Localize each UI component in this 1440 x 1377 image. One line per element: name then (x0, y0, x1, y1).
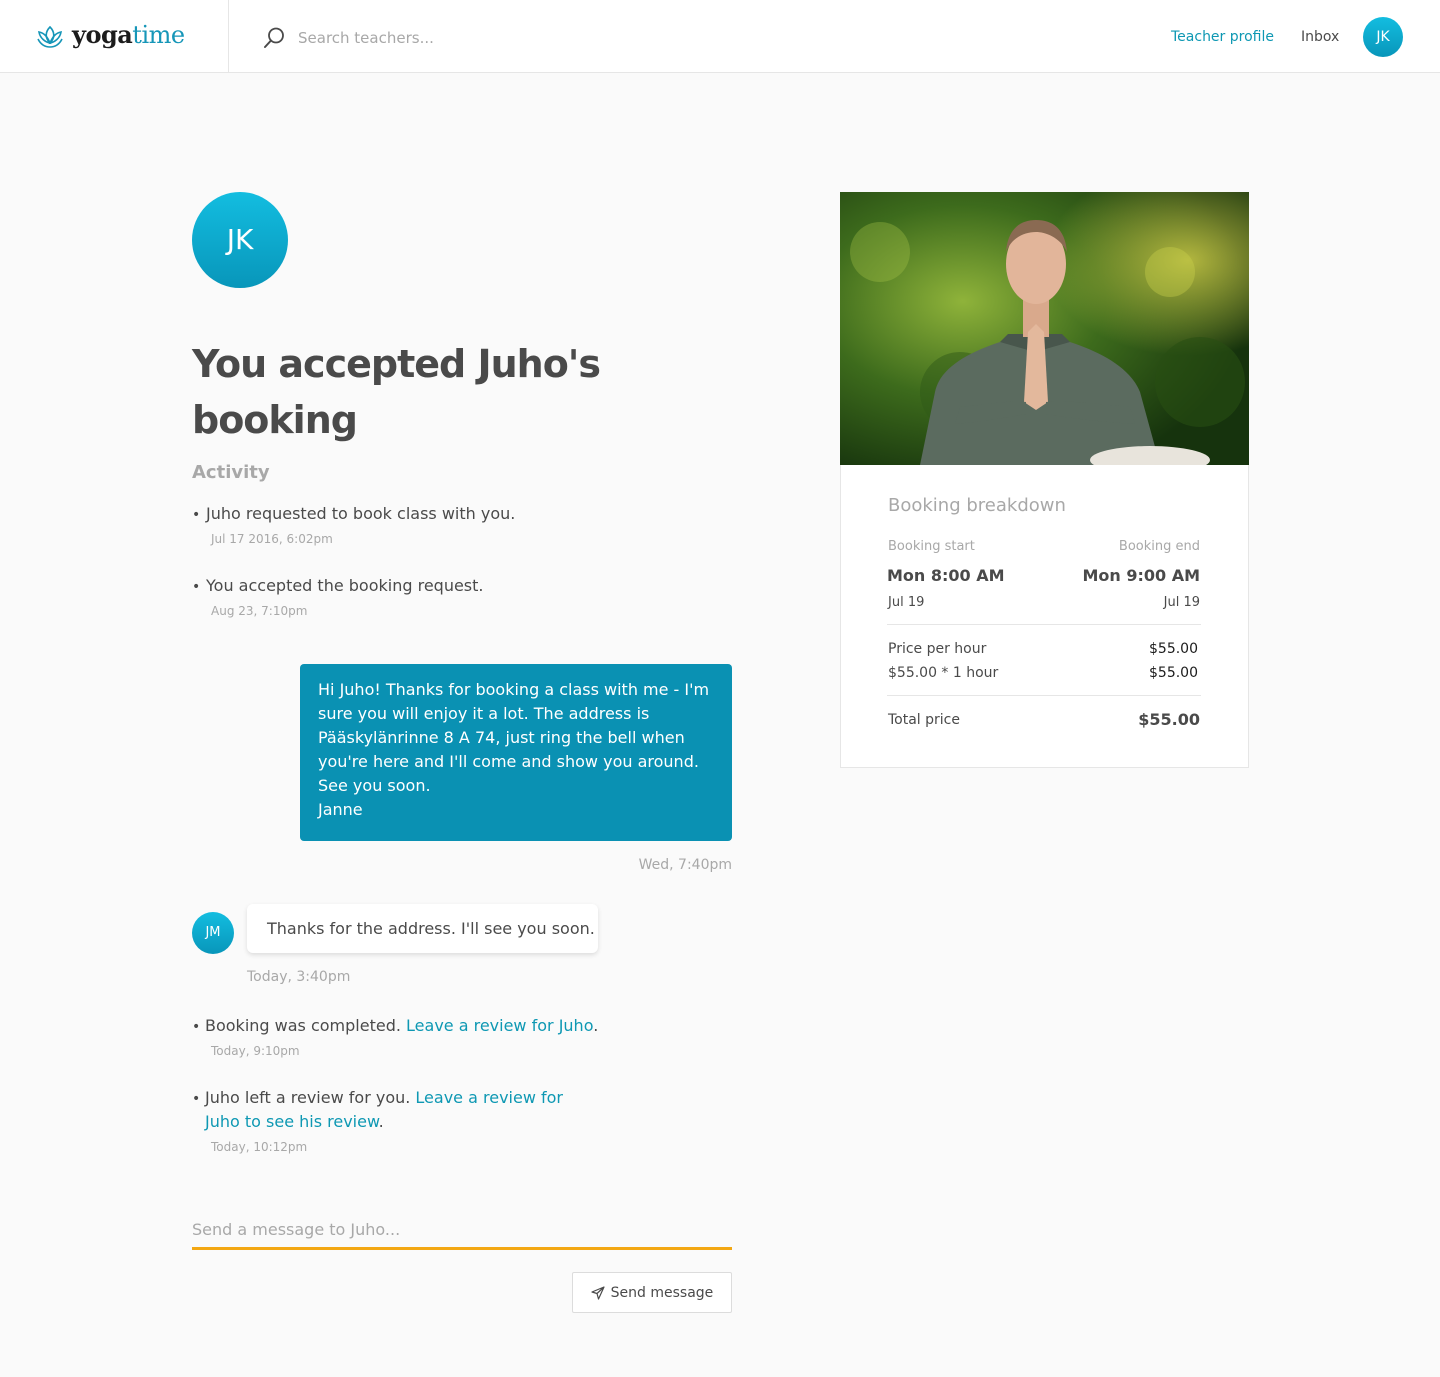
paper-plane-icon (591, 1285, 605, 1300)
own-message-time: Wed, 7:40pm (638, 857, 732, 873)
divider (887, 624, 1201, 625)
received-message-time: Today, 3:40pm (247, 969, 351, 985)
price-calculation-label: $55.00 * 1 hour (888, 665, 999, 681)
total-price-label: Total price (888, 712, 960, 728)
booking-end-time: Mon 9:00 AM (1082, 566, 1200, 585)
listing-photo (840, 192, 1249, 465)
booking-end-date: Jul 19 (1163, 595, 1200, 610)
message-input[interactable] (192, 1212, 732, 1250)
bullet: • (192, 1019, 201, 1035)
booking-start-label: Booking start (888, 539, 975, 554)
booking-end-label: Booking end (1118, 539, 1200, 554)
leave-review-link[interactable]: Leave a review for Juho (406, 1016, 593, 1035)
logo-text: yogatime (72, 20, 185, 49)
received-message-bubble: Thanks for the address. I'll see you soo… (247, 904, 598, 953)
booking-start-date: Jul 19 (888, 595, 925, 610)
bullet: • (192, 579, 201, 595)
bullet: • (192, 1091, 201, 1107)
bullet: • (192, 507, 201, 523)
activity-event-text: Juho left a review for you. Leave a revi… (205, 1088, 563, 1131)
nav-teacher-profile[interactable]: Teacher profile (1171, 29, 1274, 45)
activity-event-text: You accepted the booking request. (206, 576, 484, 595)
activity-event-time: Aug 23, 7:10pm (211, 604, 308, 618)
yoga-man-photo (840, 192, 1249, 465)
activity-heading: Activity (192, 462, 270, 483)
booking-start-time: Mon 8:00 AM (887, 566, 1005, 585)
price-per-hour-label: Price per hour (888, 641, 987, 657)
divider (887, 695, 1201, 696)
activity-event-time: Today, 10:12pm (211, 1140, 308, 1154)
own-message-bubble: Hi Juho! Thanks for booking a class with… (300, 664, 732, 841)
sender-avatar[interactable]: JM (192, 912, 234, 954)
page-title: You accepted Juho's booking (192, 342, 601, 442)
nav-inbox[interactable]: Inbox (1301, 29, 1339, 45)
logo[interactable]: yogatime (0, 0, 229, 73)
booking-breakdown-panel: Booking breakdown Booking start Booking … (840, 465, 1249, 768)
activity-event-time: Today, 9:10pm (211, 1044, 300, 1058)
price-per-hour-value: $55.00 (1149, 641, 1198, 657)
search-input[interactable] (298, 24, 798, 52)
activity-event-time: Jul 17 2016, 6:02pm (211, 532, 333, 546)
price-calculation-value: $55.00 (1149, 665, 1198, 681)
activity-event-text: Juho requested to book class with you. (206, 504, 516, 523)
send-message-button[interactable]: Send message (572, 1272, 732, 1313)
user-avatar[interactable]: JK (1363, 17, 1403, 57)
breakdown-title: Booking breakdown (888, 495, 1066, 516)
profile-avatar: JK (192, 192, 288, 288)
total-price-value: $55.00 (1138, 710, 1200, 729)
send-message-label: Send message (610, 1284, 714, 1301)
top-bar: yogatime Teacher profile Inbox JK (0, 0, 1440, 73)
search-icon (264, 27, 284, 48)
lotus-icon (37, 25, 63, 48)
activity-event-text: Booking was completed. Leave a review fo… (205, 1016, 599, 1035)
